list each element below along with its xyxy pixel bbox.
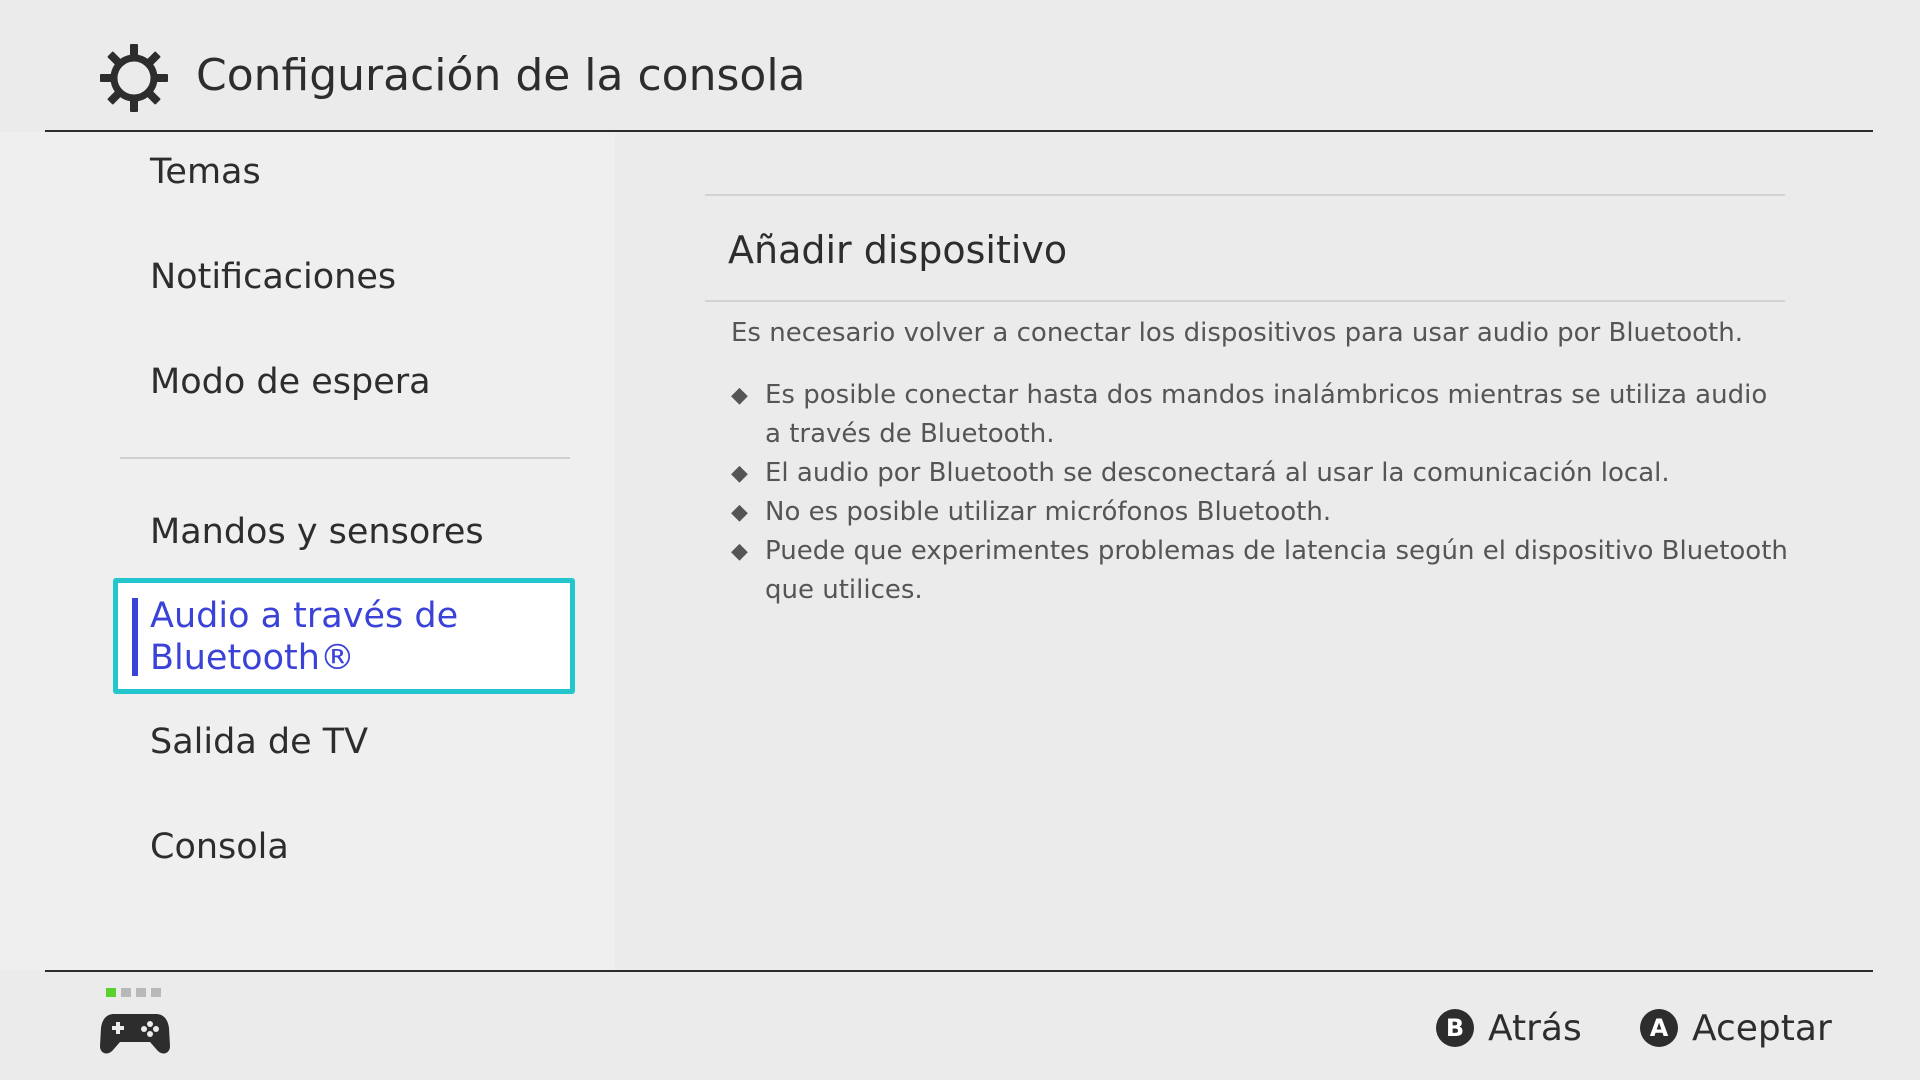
footer: B Atrás A Aceptar [0,972,1920,1080]
diamond-bullet-icon: ◆ [731,539,748,564]
accept-label: Aceptar [1692,1007,1832,1049]
controller-icon [100,1014,170,1054]
back-button[interactable]: B Atrás [1436,1006,1582,1050]
accept-button[interactable]: A Aceptar [1640,1006,1832,1050]
diamond-bullet-icon: ◆ [731,500,748,525]
player-led [151,988,161,997]
sidebar: Temas Notificaciones Modo de espera Mand… [0,132,615,970]
player-indicator [106,988,161,997]
sidebar-item-notificaciones[interactable]: Notificaciones [150,255,396,299]
page-title: Configuración de la consola [196,50,806,101]
diamond-bullet-icon: ◆ [731,461,748,486]
diamond-bullet-icon: ◆ [731,383,748,408]
sidebar-item-salida-de-tv[interactable]: Salida de TV [150,720,368,764]
sidebar-item-modo-de-espera[interactable]: Modo de espera [150,360,431,404]
player-led [106,988,116,997]
sidebar-divider [120,457,570,459]
list-item: ◆ No es posible utilizar micrófonos Bluet… [731,493,1791,532]
sidebar-item-consola[interactable]: Consola [150,825,289,869]
section-top-divider [705,194,1785,196]
player-led [121,988,131,997]
player-led [136,988,146,997]
section-bottom-divider [705,300,1785,302]
sidebar-item-label: Audio a través de Bluetooth® [150,596,459,678]
gear-icon [100,44,168,112]
b-button-icon: B [1436,1009,1474,1047]
sidebar-item-temas[interactable]: Temas [150,150,261,194]
list-item: ◆ Puede que experimentes problemas de lat… [731,532,1791,610]
sidebar-item-audio-bluetooth[interactable]: Audio a través de Bluetooth® [113,578,575,694]
add-device-button[interactable]: Añadir dispositivo [728,224,1067,276]
back-label: Atrás [1488,1007,1582,1049]
a-button-icon: A [1640,1009,1678,1047]
notes-list: ◆ Es posible conectar hasta dos mandos in… [731,376,1791,610]
header: Configuración de la consola [0,0,1920,130]
list-item: ◆ Es posible conectar hasta dos mandos in… [731,376,1791,454]
main-panel: Añadir dispositivo Es necesario volver a… [615,132,1920,970]
description-text: Es necesario volver a conectar los dispo… [731,318,1743,348]
selection-indicator [132,598,138,676]
list-item: ◆ El audio por Bluetooth se desconectará … [731,454,1791,493]
sidebar-item-mandos-y-sensores[interactable]: Mandos y sensores [150,510,484,554]
